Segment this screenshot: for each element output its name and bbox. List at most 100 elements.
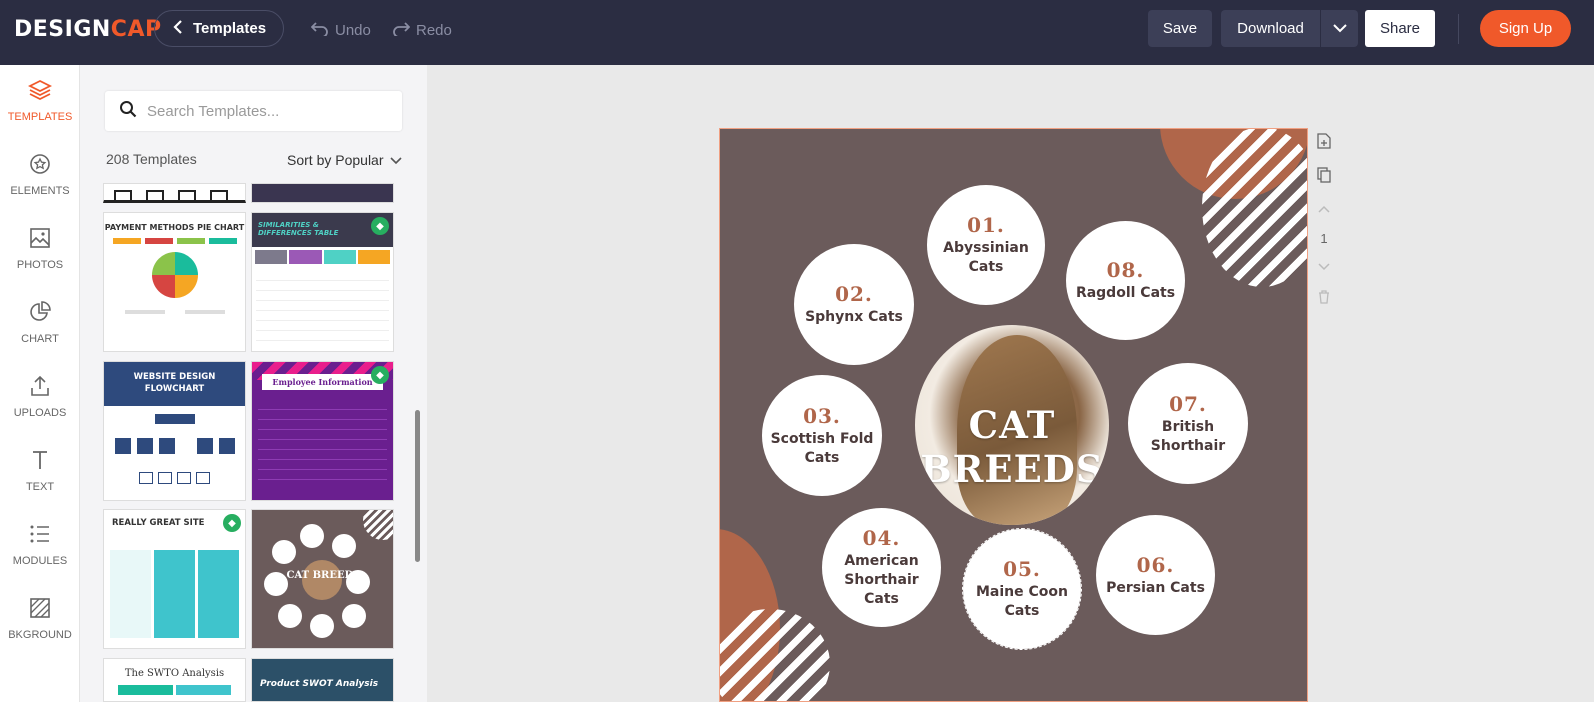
- toolbar-divider: [1458, 14, 1459, 44]
- template-thumb[interactable]: The SWTO Analysis: [103, 658, 246, 702]
- thumb-gap: [181, 438, 191, 454]
- template-thumb[interactable]: SIMILARITIES & DIFFERENCES TABLE ◆: [251, 212, 394, 352]
- thumb-dot: [332, 534, 356, 558]
- templates-back-button[interactable]: Templates: [154, 10, 284, 47]
- layers-icon: [27, 78, 53, 105]
- thumb-node: [196, 438, 213, 454]
- thumb-legend: [104, 238, 245, 244]
- breed-circle-08[interactable]: 08. Ragdoll Cats: [1066, 221, 1185, 340]
- thumb-col: [357, 250, 390, 264]
- template-thumb-partial[interactable]: [251, 183, 394, 203]
- breed-name: Ragdoll Cats: [1075, 285, 1176, 301]
- add-page-icon: [1317, 132, 1331, 152]
- rail-item-elements[interactable]: ELEMENTS: [0, 139, 80, 209]
- rail-item-text[interactable]: TEXT: [0, 435, 80, 505]
- breed-circle-02[interactable]: 02. Sphynx Cats: [794, 244, 914, 365]
- share-button[interactable]: Share: [1365, 10, 1435, 47]
- thumb-nodes: [104, 438, 245, 454]
- rail-item-photos[interactable]: PHOTOS: [0, 213, 80, 283]
- deco-stripes-bottom: [720, 609, 830, 701]
- template-thumb[interactable]: CAT BREEDS: [251, 509, 394, 649]
- thumb-box: [210, 190, 228, 200]
- design-canvas[interactable]: 01. Abyssinian Cats 02. Sphynx Cats 03. …: [719, 128, 1308, 702]
- templates-back-label: Templates: [193, 20, 267, 37]
- chevron-down-icon: [1332, 20, 1347, 37]
- panel-scrollbar[interactable]: [415, 410, 420, 562]
- rail-item-background[interactable]: BKGROUND: [0, 583, 80, 653]
- breed-circle-03[interactable]: 03. Scottish Fold Cats: [762, 375, 882, 496]
- rail-item-templates[interactable]: TEMPLATES: [0, 65, 80, 135]
- thumb-dot: [300, 524, 324, 548]
- thumb-node: [136, 438, 153, 454]
- thumb-bar: [118, 685, 173, 695]
- search-icon: [119, 100, 137, 123]
- template-thumb[interactable]: WEBSITE DESIGN FLOWCHART: [103, 361, 246, 501]
- rail-label-photos: PHOTOS: [16, 258, 64, 271]
- thumb-rows: [256, 271, 389, 341]
- redo-button[interactable]: Redo: [392, 20, 452, 40]
- duplicate-page-button[interactable]: [1314, 166, 1334, 186]
- download-button[interactable]: Download: [1221, 10, 1320, 47]
- copy-icon: [1317, 166, 1331, 186]
- thumb-lines: [104, 310, 245, 314]
- cat-photo-circle[interactable]: CAT BREEDS: [915, 325, 1109, 525]
- thumb-title: Employee Information: [262, 374, 383, 390]
- image-icon: [28, 226, 52, 253]
- breed-circle-06[interactable]: 06. Persian Cats: [1096, 515, 1215, 635]
- undo-button[interactable]: Undo: [310, 20, 371, 40]
- breed-circle-05[interactable]: 05. Maine Coon Cats: [962, 528, 1082, 650]
- template-thumb-partial[interactable]: [103, 183, 246, 203]
- logo-text-design: DESIGN: [14, 17, 111, 42]
- search-input[interactable]: [147, 102, 387, 120]
- redo-icon: [392, 20, 411, 40]
- sign-up-button[interactable]: Sign Up: [1480, 10, 1571, 47]
- breed-number: 03.: [803, 403, 841, 428]
- template-thumb[interactable]: Product SWOT Analysis: [251, 658, 394, 702]
- chevron-down-icon: [1318, 258, 1330, 274]
- thumb-col: [198, 550, 239, 638]
- breed-circle-01[interactable]: 01. Abyssinian Cats: [927, 185, 1045, 305]
- breed-number: 04.: [862, 526, 901, 550]
- delete-page-button[interactable]: [1314, 288, 1334, 308]
- star-badge-icon: [28, 152, 52, 179]
- canvas-title: CAT BREEDS: [920, 403, 1104, 491]
- template-thumb[interactable]: Employee Information ◆: [251, 361, 394, 501]
- thumb-node: [114, 438, 131, 454]
- breed-name: Sphynx Cats: [805, 309, 903, 325]
- thumb-table: [110, 550, 239, 638]
- share-label: Share: [1379, 20, 1421, 37]
- upload-icon: [28, 374, 52, 401]
- download-label: Download: [1237, 20, 1304, 37]
- breed-number: 01.: [967, 213, 1005, 237]
- logo[interactable]: DESIGNCAP: [14, 17, 162, 42]
- sort-dropdown[interactable]: Sort by Popular: [287, 152, 402, 168]
- page-up-button[interactable]: [1314, 198, 1334, 218]
- thumb-dot: [272, 540, 296, 564]
- save-label: Save: [1162, 20, 1198, 37]
- template-thumb[interactable]: REALLY GREAT SITE ◆: [103, 509, 246, 649]
- add-page-button[interactable]: [1314, 132, 1334, 152]
- thumb-box: [114, 190, 132, 200]
- thumb-columns: [252, 247, 393, 267]
- thumb-dot: [342, 604, 366, 628]
- templates-panel: 208 Templates Sort by Popular PAYMENT ME…: [80, 65, 427, 702]
- rail-item-uploads[interactable]: UPLOADS: [0, 361, 80, 431]
- thumb-leaves: [104, 472, 245, 484]
- thumb-col: [289, 250, 322, 264]
- thumb-node: [218, 438, 235, 454]
- template-thumb[interactable]: PAYMENT METHODS PIE CHART: [103, 212, 246, 352]
- breed-circle-04[interactable]: 04. American Shorthair Cats: [822, 508, 941, 627]
- save-button[interactable]: Save: [1148, 10, 1212, 47]
- thumb-leaf: [177, 472, 191, 484]
- pie-chart-icon: [28, 300, 52, 327]
- download-options-button[interactable]: [1321, 10, 1358, 47]
- rail-item-chart[interactable]: CHART: [0, 287, 80, 357]
- page-down-button[interactable]: [1314, 256, 1334, 276]
- breed-circle-07[interactable]: 07. British Shorthair: [1128, 363, 1248, 484]
- premium-gem-icon: ◆: [223, 514, 241, 532]
- thumb-bar: [208, 238, 237, 244]
- rail-item-modules[interactable]: MODULES: [0, 509, 80, 579]
- trash-icon: [1318, 289, 1330, 307]
- left-nav-rail: TEMPLATES ELEMENTS PHOTOS CHART UPLOADS …: [0, 65, 80, 702]
- redo-label: Redo: [416, 21, 452, 39]
